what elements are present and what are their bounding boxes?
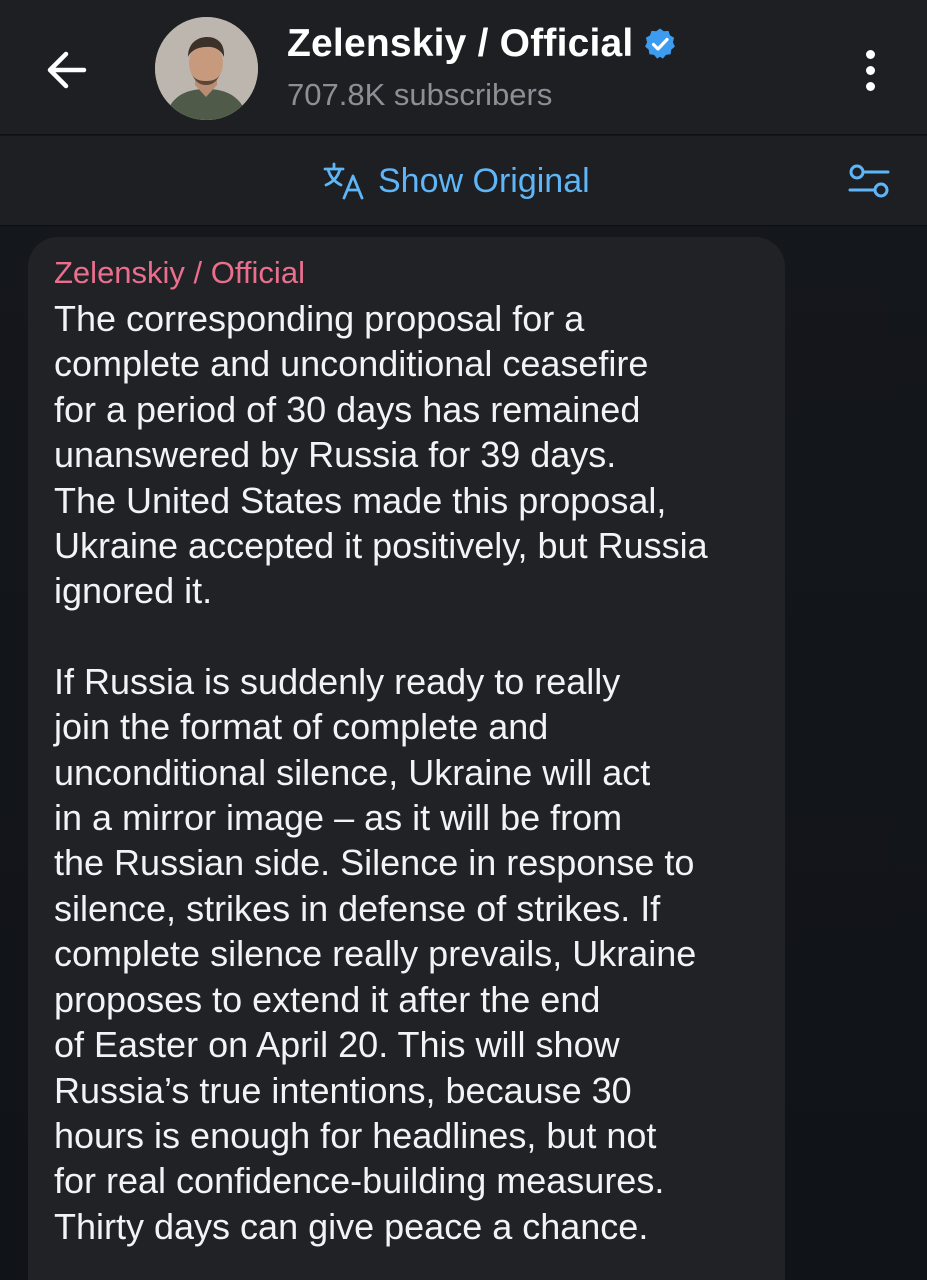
message-paragraph: The corresponding proposal for a complet… bbox=[54, 296, 774, 614]
message-paragraph: If Russia is suddenly ready to really jo… bbox=[54, 659, 774, 1249]
show-original-label: Show Original bbox=[378, 161, 590, 200]
message-sender[interactable]: Zelenskiy / Official bbox=[54, 255, 759, 291]
message-line: If Russia is suddenly ready to really bbox=[54, 660, 621, 702]
translation-bar: Show Original bbox=[0, 136, 927, 226]
message-line: complete and unconditional ceasefire bbox=[54, 343, 649, 385]
message-line: The United States made this proposal, bbox=[54, 479, 667, 521]
chat-area[interactable]: Zelenskiy / Official The corresponding p… bbox=[0, 227, 927, 1280]
telegram-channel-screen: Zelenskiy / Official 707.8K subscribers … bbox=[0, 0, 927, 1280]
subscriber-count: 707.8K subscribers bbox=[287, 77, 553, 112]
more-vertical-icon bbox=[865, 49, 875, 59]
message-line: hours is enough for headlines, but not bbox=[54, 1114, 657, 1156]
message-line: Russia’s true intentions, because 30 bbox=[54, 1069, 632, 1111]
message-line: for real confidence-building measures. bbox=[54, 1160, 665, 1202]
message-line: proposes to extend it after the end bbox=[54, 978, 601, 1020]
message-bubble[interactable]: Zelenskiy / Official The corresponding p… bbox=[28, 237, 785, 1280]
message-line: The corresponding proposal for a bbox=[54, 298, 585, 339]
verified-badge-icon bbox=[645, 28, 676, 59]
channel-title: Zelenskiy / Official bbox=[287, 22, 634, 65]
message-line: the Russian side. Silence in response to bbox=[54, 842, 695, 884]
message-line: for a period of 30 days has remained bbox=[54, 388, 641, 430]
more-vertical-icon-dot bbox=[865, 81, 875, 91]
channel-header: Zelenskiy / Official 707.8K subscribers bbox=[0, 0, 927, 135]
message-line: Ukraine accepted it positively, but Russ… bbox=[54, 525, 708, 567]
sliders-icon bbox=[848, 164, 890, 198]
message-line: Thirty days can give peace a chance. bbox=[54, 1205, 649, 1247]
avatar-portrait-icon bbox=[155, 17, 258, 120]
channel-title-row[interactable]: Zelenskiy / Official bbox=[287, 22, 677, 66]
message-line: complete silence really prevails, Ukrain… bbox=[54, 933, 697, 975]
message-line: unanswered by Russia for 39 days. bbox=[54, 434, 617, 476]
message-line: of Easter on April 20. This will show bbox=[54, 1024, 620, 1066]
translation-settings-button[interactable] bbox=[846, 158, 892, 204]
message-line: ignored it. bbox=[54, 570, 213, 612]
more-menu-button[interactable] bbox=[850, 40, 890, 100]
channel-avatar[interactable] bbox=[155, 17, 258, 120]
message-line: unconditional silence, Ukraine will act bbox=[54, 751, 651, 793]
message-line: join the format of complete and bbox=[54, 706, 549, 748]
more-vertical-icon-dot bbox=[865, 65, 875, 75]
back-button[interactable] bbox=[36, 40, 96, 100]
arrow-left-icon bbox=[47, 51, 87, 89]
translate-icon bbox=[323, 162, 364, 200]
message-line: silence, strikes in defense of strikes. … bbox=[54, 887, 661, 929]
show-original-button[interactable]: Show Original bbox=[322, 156, 590, 206]
message-line: in a mirror image – as it will be from bbox=[54, 797, 623, 839]
